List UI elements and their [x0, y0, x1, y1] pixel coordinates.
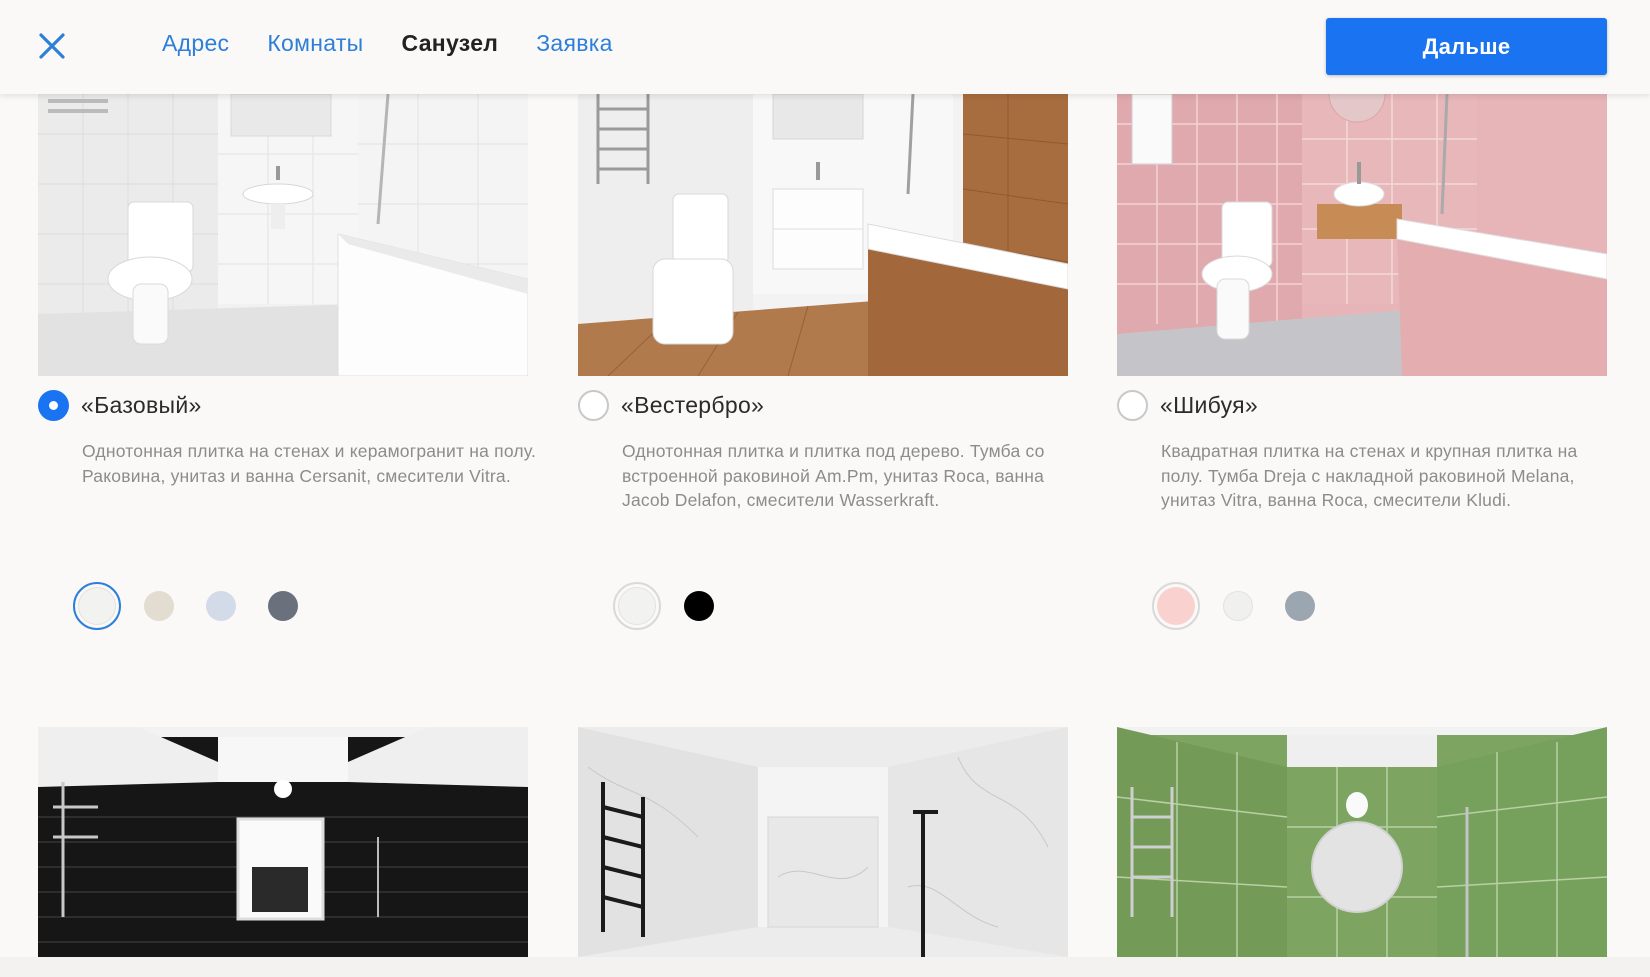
- bathroom-photo-green-tile[interactable]: [1117, 727, 1607, 957]
- nav-request[interactable]: Заявка: [536, 30, 613, 57]
- option-description: Однотонная плитка и плитка под дерево. Т…: [622, 441, 1045, 510]
- option-title-row[interactable]: «Шибуя»: [1117, 390, 1258, 421]
- bathroom-photo-shibuya[interactable]: [1117, 94, 1607, 376]
- bathroom-photo-black-tile[interactable]: [38, 727, 528, 957]
- swatch-3[interactable]: [1276, 582, 1324, 630]
- color-swatches: [613, 582, 737, 630]
- swatch-2[interactable]: [1214, 582, 1262, 630]
- option-title-row[interactable]: «Базовый»: [38, 390, 202, 421]
- swatch-2[interactable]: [675, 582, 723, 630]
- swatch-1[interactable]: [73, 582, 121, 630]
- option-description: Квадратная плитка на стенах и крупная пл…: [1161, 441, 1578, 510]
- bathroom-photo-vesterbro[interactable]: [578, 94, 1068, 376]
- next-button[interactable]: Дальше: [1326, 18, 1607, 75]
- swatch-2[interactable]: [135, 582, 183, 630]
- step-nav: Адрес Комнаты Санузел Заявка: [162, 30, 613, 57]
- top-bar: Адрес Комнаты Санузел Заявка Дальше: [0, 0, 1650, 94]
- option-description: Однотонная плитка на стенах и керамогран…: [82, 441, 537, 486]
- swatch-3[interactable]: [197, 582, 245, 630]
- option-title: «Вестербро»: [621, 392, 765, 418]
- color-swatches: [1152, 582, 1338, 630]
- option-title: «Шибуя»: [1160, 392, 1258, 418]
- radio-shibuya[interactable]: [1117, 390, 1148, 421]
- close-icon[interactable]: [38, 32, 66, 60]
- nav-rooms[interactable]: Комнаты: [267, 30, 363, 57]
- nav-address[interactable]: Адрес: [162, 30, 229, 57]
- option-card-basic[interactable]: «Базовый» Однотонная плитка на стенах и …: [38, 94, 536, 634]
- swatch-1[interactable]: [1152, 582, 1200, 630]
- option-title: «Базовый»: [81, 392, 202, 418]
- swatch-4[interactable]: [259, 582, 307, 630]
- bathroom-photo-marble[interactable]: [578, 727, 1068, 957]
- radio-basic[interactable]: [38, 390, 69, 421]
- radio-vesterbro[interactable]: [578, 390, 609, 421]
- option-card-shibuya[interactable]: «Шибуя» Квадратная плитка на стенах и кр…: [1117, 94, 1607, 634]
- bathroom-photo-basic[interactable]: [38, 94, 528, 376]
- swatch-1[interactable]: [613, 582, 661, 630]
- bottom-edge: [0, 957, 1650, 977]
- option-card-vesterbro[interactable]: «Вестербро» Однотонная плитка и плитка п…: [578, 94, 1068, 634]
- option-title-row[interactable]: «Вестербро»: [578, 390, 764, 421]
- color-swatches: [73, 582, 321, 630]
- nav-bathroom[interactable]: Санузел: [402, 30, 499, 57]
